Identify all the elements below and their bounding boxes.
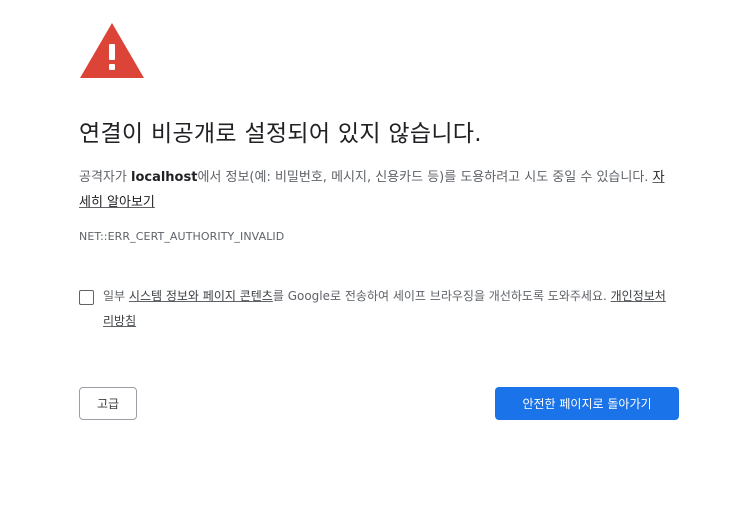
advanced-button[interactable]: 고급 [79,387,137,420]
back-to-safety-button[interactable]: 안전한 페이지로 돌아가기 [495,387,679,420]
optin-middle: 를 Google로 전송하여 세이프 브라우징을 개선하도록 도와주세요. [272,289,611,303]
host-name: localhost [130,170,198,185]
message-suffix: 에서 정보(예: 비밀번호, 메시지, 신용카드 등)를 도용하려고 시도 중일… [197,170,653,185]
page-title: 연결이 비공개로 설정되어 있지 않습니다. [79,121,482,147]
main-message: 공격자가 localhost에서 정보(예: 비밀번호, 메시지, 신용카드 등… [79,165,669,215]
system-info-link[interactable]: 시스템 정보와 페이지 콘텐츠 [129,289,273,303]
warning-triangle-icon [80,23,144,78]
safe-browsing-checkbox[interactable] [79,290,94,305]
optin-text: 일부 시스템 정보와 페이지 콘텐츠를 Google로 전송하여 세이프 브라우… [103,284,673,334]
message-prefix: 공격자가 [79,170,131,185]
error-code: NET::ERR_CERT_AUTHORITY_INVALID [79,230,285,243]
optin-prefix: 일부 [103,289,129,303]
